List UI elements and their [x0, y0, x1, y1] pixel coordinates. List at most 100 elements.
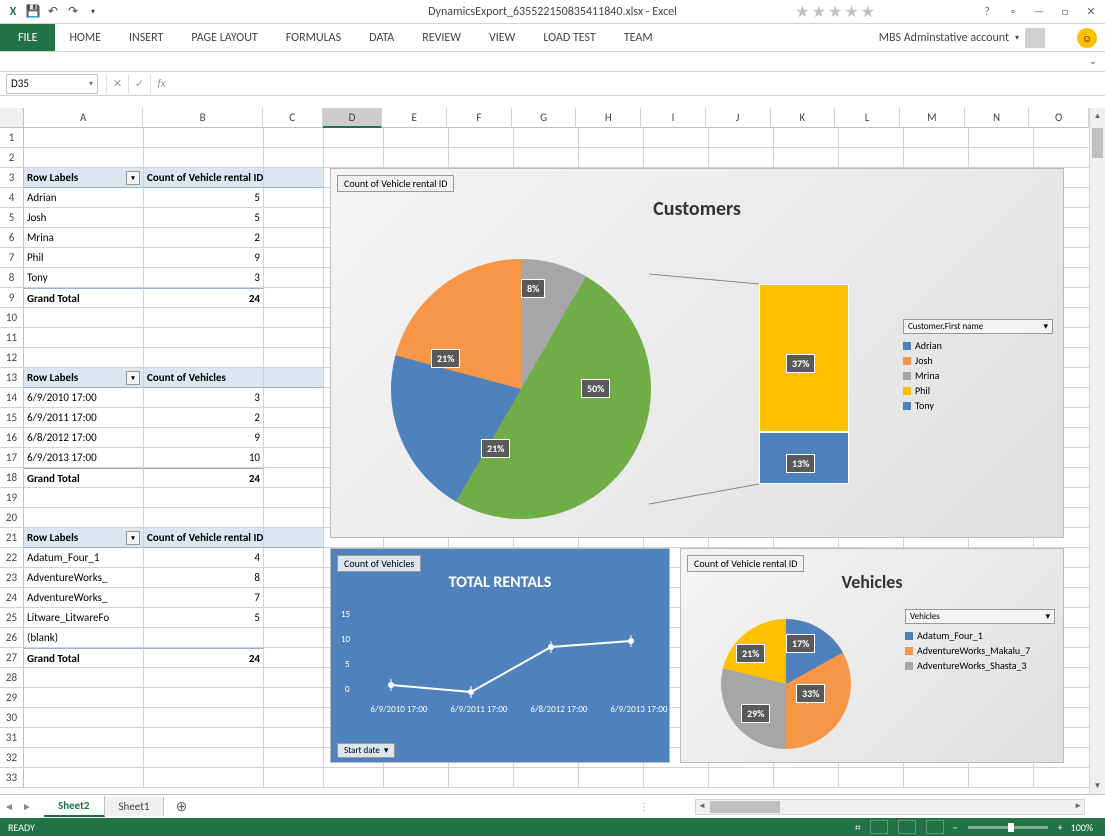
row-header-4[interactable]: 4 — [0, 188, 24, 208]
cell-K33[interactable] — [774, 768, 839, 788]
cell-M1[interactable] — [904, 128, 969, 148]
scroll-down-icon[interactable]: ▼ — [1090, 778, 1105, 794]
cell-O2[interactable] — [1034, 148, 1094, 168]
fx-icon[interactable]: fx — [150, 74, 172, 94]
col-header-D[interactable]: D — [323, 108, 383, 128]
cell-C16[interactable] — [264, 428, 324, 448]
tab-page-layout[interactable]: PAGE LAYOUT — [177, 24, 271, 51]
cell-A21[interactable]: Row Labels▾ — [24, 528, 144, 548]
cell-A32[interactable] — [24, 748, 144, 768]
cell-A24[interactable]: AdventureWorks_ — [24, 588, 144, 608]
cell-B9[interactable]: 24 — [144, 288, 264, 308]
cell-A11[interactable] — [24, 328, 144, 348]
cell-N2[interactable] — [969, 148, 1034, 168]
cell-B16[interactable]: 9 — [144, 428, 264, 448]
chart-total-rentals[interactable]: Count of Vehicles TOTAL RENTALS 15 10 5 … — [330, 548, 670, 763]
col-header-G[interactable]: G — [512, 108, 577, 128]
row-header-17[interactable]: 17 — [0, 448, 24, 468]
col-header-H[interactable]: H — [576, 108, 641, 128]
hscroll-thumb[interactable] — [710, 801, 780, 813]
cell-B30[interactable] — [144, 708, 264, 728]
zoom-level[interactable]: 100% — [1071, 821, 1093, 834]
tab-review[interactable]: REVIEW — [408, 24, 475, 51]
maximize-icon[interactable]: □ — [1053, 3, 1077, 21]
view-page-break-icon[interactable] — [925, 820, 945, 834]
cell-A8[interactable]: Tony — [24, 268, 144, 288]
cell-C29[interactable] — [264, 688, 324, 708]
tab-data[interactable]: DATA — [355, 24, 408, 51]
row-header-26[interactable]: 26 — [0, 628, 24, 648]
cell-B5[interactable]: 5 — [144, 208, 264, 228]
enter-formula-icon[interactable]: ✓ — [128, 74, 150, 94]
cell-B17[interactable]: 10 — [144, 448, 264, 468]
cell-A10[interactable] — [24, 308, 144, 328]
cell-A7[interactable]: Phil — [24, 248, 144, 268]
cell-C23[interactable] — [264, 568, 324, 588]
cell-C3[interactable] — [264, 168, 324, 188]
scroll-up-icon[interactable]: ▲ — [1090, 108, 1105, 124]
cell-B15[interactable]: 2 — [144, 408, 264, 428]
cell-O1[interactable] — [1034, 128, 1094, 148]
row-header-22[interactable]: 22 — [0, 548, 24, 568]
cell-A9[interactable]: Grand Total — [24, 288, 144, 308]
row-header-32[interactable]: 32 — [0, 748, 24, 768]
cell-B20[interactable] — [144, 508, 264, 528]
cell-A33[interactable] — [24, 768, 144, 788]
cell-B13[interactable]: Count of Vehicles — [144, 368, 264, 388]
cell-A27[interactable]: Grand Total — [24, 648, 144, 668]
cell-C7[interactable] — [264, 248, 324, 268]
row-header-3[interactable]: 3 — [0, 168, 24, 188]
cell-C2[interactable] — [264, 148, 324, 168]
cell-C1[interactable] — [264, 128, 324, 148]
row-header-9[interactable]: 9 — [0, 288, 24, 308]
cell-C33[interactable] — [264, 768, 324, 788]
cell-G2[interactable] — [514, 148, 579, 168]
row-header-16[interactable]: 16 — [0, 428, 24, 448]
col-header-M[interactable]: M — [900, 108, 965, 128]
cell-A25[interactable]: Litware_LitwareFo — [24, 608, 144, 628]
legend-header[interactable]: Customer.First name▾ — [903, 319, 1053, 334]
cell-B32[interactable] — [144, 748, 264, 768]
tab-view[interactable]: VIEW — [475, 24, 529, 51]
pivot-filter-icon[interactable]: ▾ — [126, 371, 140, 385]
row-header-1[interactable]: 1 — [0, 128, 24, 148]
cell-A15[interactable]: 6/9/2011 17:00 — [24, 408, 144, 428]
row-header-21[interactable]: 21 — [0, 528, 24, 548]
pivot-filter-icon[interactable]: ▾ — [126, 531, 140, 545]
sheet-nav-prev-icon[interactable]: ◄ — [0, 798, 18, 816]
chart3-field-tag[interactable]: Count of Vehicle rental ID — [687, 555, 804, 572]
cell-A14[interactable]: 6/9/2010 17:00 — [24, 388, 144, 408]
cell-A17[interactable]: 6/9/2013 17:00 — [24, 448, 144, 468]
cell-A26[interactable]: (blank) — [24, 628, 144, 648]
name-box-dropdown-icon[interactable]: ▾ — [89, 79, 93, 89]
row-header-27[interactable]: 27 — [0, 648, 24, 668]
cell-H33[interactable] — [579, 768, 644, 788]
cell-B22[interactable]: 4 — [144, 548, 264, 568]
cell-B4[interactable]: 5 — [144, 188, 264, 208]
sheet-tab-sheet2[interactable]: Sheet2 — [44, 796, 105, 817]
cell-G33[interactable] — [514, 768, 579, 788]
cell-C22[interactable] — [264, 548, 324, 568]
close-icon[interactable]: ✕ — [1079, 3, 1103, 21]
cell-E33[interactable] — [384, 768, 449, 788]
cell-M2[interactable] — [904, 148, 969, 168]
cell-A20[interactable] — [24, 508, 144, 528]
cell-B3[interactable]: Count of Vehicle rental ID — [144, 168, 264, 188]
sheet-tab-sheet1[interactable]: Sheet1 — [105, 797, 165, 816]
cell-C19[interactable] — [264, 488, 324, 508]
row-header-33[interactable]: 33 — [0, 768, 24, 788]
col-header-I[interactable]: I — [641, 108, 706, 128]
cell-M33[interactable] — [904, 768, 969, 788]
col-header-K[interactable]: K — [771, 108, 836, 128]
cell-K1[interactable] — [774, 128, 839, 148]
cell-C14[interactable] — [264, 388, 324, 408]
cell-B28[interactable] — [144, 668, 264, 688]
cell-G1[interactable] — [514, 128, 579, 148]
cell-A1[interactable] — [24, 128, 144, 148]
cell-E2[interactable] — [384, 148, 449, 168]
tab-home[interactable]: HOME — [55, 24, 115, 51]
cell-C11[interactable] — [264, 328, 324, 348]
cell-C27[interactable] — [264, 648, 324, 668]
formula-input[interactable] — [174, 74, 1105, 94]
col-header-F[interactable]: F — [447, 108, 512, 128]
